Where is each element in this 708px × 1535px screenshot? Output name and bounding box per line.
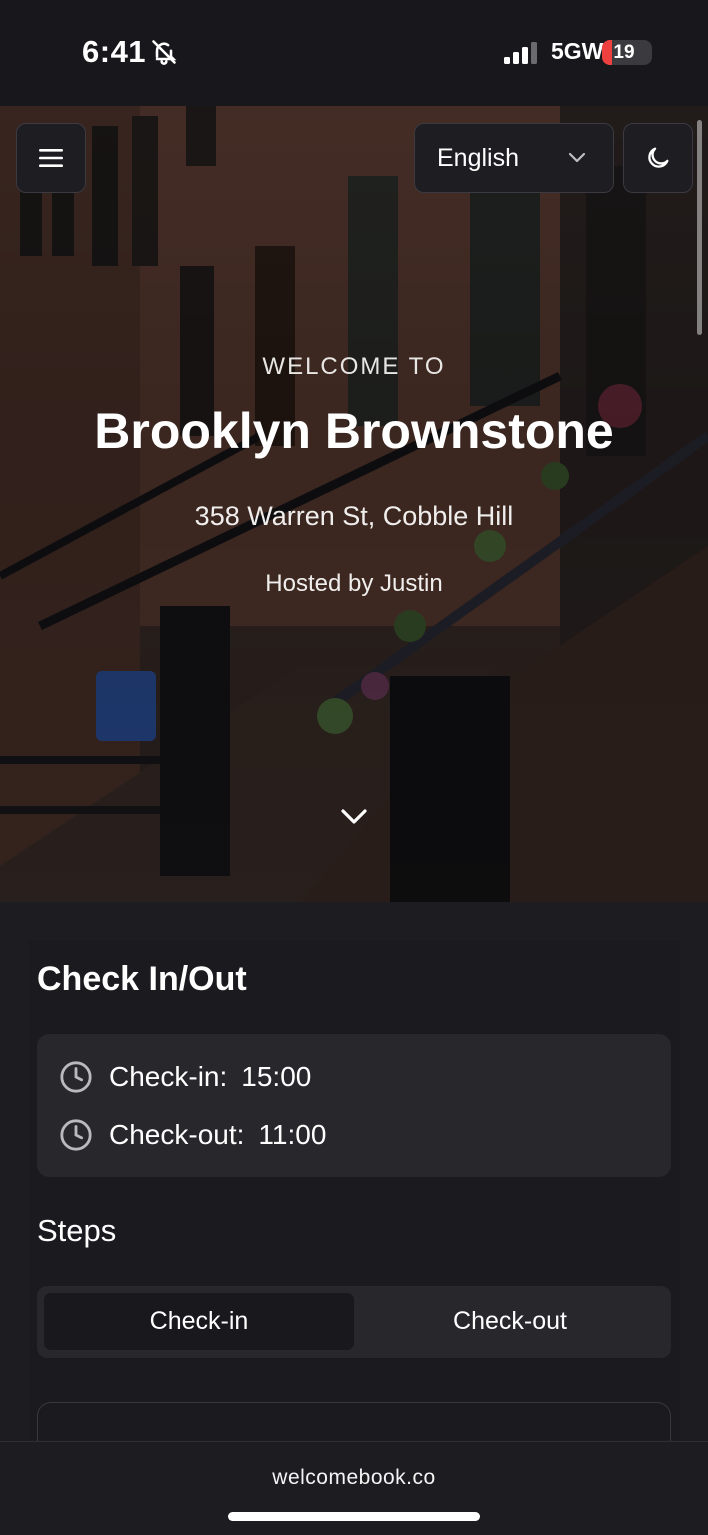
clock-icon — [60, 1119, 92, 1151]
language-select[interactable]: English — [414, 123, 614, 193]
hero-eyebrow: WELCOME TO — [262, 353, 446, 380]
checkout-label: Check-out: — [109, 1119, 245, 1150]
scrollbar-thumb[interactable] — [697, 120, 702, 335]
checkin-time: 15:00 — [241, 1061, 312, 1092]
checkout-time: 11:00 — [258, 1119, 327, 1150]
page-title: Brooklyn Brownstone — [94, 403, 614, 459]
checkin-label: Check-in: — [109, 1061, 228, 1092]
language-select-value: English — [437, 143, 519, 172]
checkout-row: Check-out: 11:00 — [59, 1115, 326, 1155]
scroll-down-icon[interactable] — [339, 807, 369, 827]
steps-title: Steps — [37, 1213, 117, 1248]
checkin-row: Check-in: 15:00 — [59, 1057, 311, 1097]
property-address: 358 Warren St, Cobble Hill — [194, 501, 514, 531]
moon-icon — [648, 147, 669, 168]
footer: welcomebook.co — [0, 1441, 708, 1535]
signal-bars-icon — [504, 42, 537, 64]
bell-slash-icon — [152, 40, 177, 65]
status-time: 6:41 — [82, 34, 147, 69]
menu-button[interactable] — [16, 123, 86, 193]
network-type: 5GW — [551, 38, 604, 64]
hero-banner: English WELCOME TO Brooklyn Brownstone 3… — [0, 106, 708, 902]
section-title: Check In/Out — [37, 960, 247, 998]
tab-check-in[interactable]: Check-in — [44, 1293, 354, 1350]
times-card: Check-in: 15:00 Check-out: 11:00 — [37, 1034, 671, 1177]
host-name: Hosted by Justin — [265, 570, 443, 597]
clock-icon — [60, 1061, 92, 1093]
steps-tabs: Check-in Check-out — [37, 1286, 671, 1358]
menu-icon — [39, 149, 63, 167]
check-in-out-section: Check In/Out Check-in: 15:00 Check-out: … — [29, 940, 680, 1462]
tab-check-out[interactable]: Check-out — [355, 1293, 665, 1350]
theme-toggle-button[interactable] — [623, 123, 693, 193]
chevron-down-icon — [568, 152, 586, 163]
home-indicator[interactable] — [228, 1512, 480, 1521]
footer-site-link[interactable]: welcomebook.co — [0, 1466, 708, 1490]
status-bar: 6:41 5GW 19 — [0, 0, 708, 106]
battery-level: 19 — [613, 42, 635, 63]
battery-icon: 19 — [602, 40, 652, 65]
